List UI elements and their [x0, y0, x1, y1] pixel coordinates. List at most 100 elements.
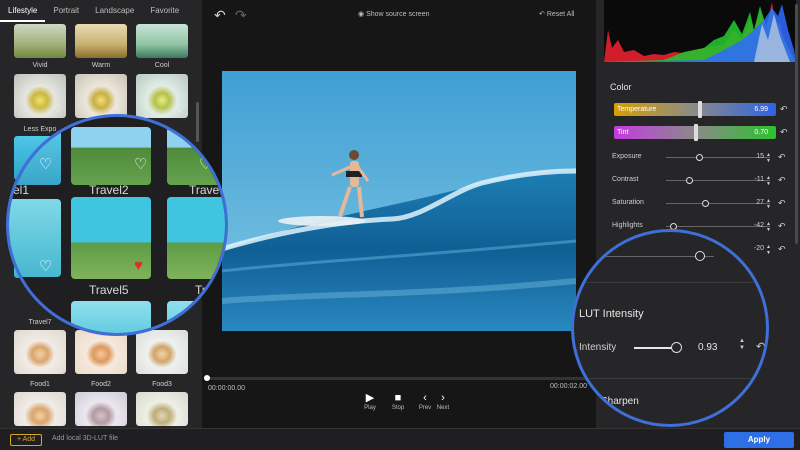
apply-button[interactable]: Apply: [724, 432, 794, 448]
zoom-thumb: [167, 301, 225, 333]
play-button[interactable]: ▶ Play: [359, 392, 381, 411]
reset-icon: ↶: [539, 11, 547, 18]
preset-label-food2: Food2: [91, 381, 111, 388]
preset-thumb[interactable]: ♡: [136, 74, 188, 118]
adjustments-scrollbar[interactable]: [795, 4, 798, 244]
preset-thumb[interactable]: [136, 330, 188, 374]
contrast-stepper-icon[interactable]: ▲ ▼: [766, 175, 771, 187]
zoom-heart-icon: ♡: [39, 156, 53, 173]
temperature-value: 6.99: [754, 106, 768, 113]
preset-thumb[interactable]: [14, 24, 66, 58]
playback-timeline[interactable]: [204, 375, 594, 381]
tint-handle[interactable]: [694, 124, 698, 141]
preset-thumb[interactable]: [14, 392, 66, 426]
tint-slider[interactable]: Tint 0.70: [614, 124, 776, 141]
section-divider: [574, 282, 766, 283]
favorite-heart-icon[interactable]: ♡: [176, 105, 185, 114]
lut-intensity-title: LUT Intensity: [579, 308, 644, 320]
preset-thumb[interactable]: [75, 24, 127, 58]
adjustment-stepper-icon[interactable]: ▲ ▼: [766, 244, 771, 256]
next-icon: ›: [441, 392, 445, 404]
undo-icon[interactable]: ↶: [214, 7, 226, 24]
tab-favorite[interactable]: Favorite: [142, 0, 187, 22]
preview-area: ↶ ↷ ◉ Show source screen ↶ Reset All 00:…: [202, 0, 596, 428]
preset-thumb[interactable]: ♡: [75, 74, 127, 118]
section-divider: [574, 378, 766, 379]
preset-thumb[interactable]: [136, 392, 188, 426]
exposure-label: Exposure: [612, 153, 642, 160]
add-lut-button[interactable]: + Add: [10, 434, 42, 446]
sharpen-value[interactable]: 500: [734, 410, 746, 417]
histogram: [604, 0, 796, 62]
zoom-heart-icon: ♡: [199, 156, 213, 173]
adjustment-reset-icon[interactable]: ↶: [778, 244, 786, 255]
saturation-reset-icon[interactable]: ↶: [778, 198, 786, 209]
temperature-reset-icon[interactable]: ↶: [780, 104, 788, 115]
exposure-value[interactable]: 15: [734, 153, 764, 160]
intensity-label: Intensity: [579, 342, 617, 353]
preset-label-cool: Cool: [154, 62, 170, 69]
stop-label: Stop: [391, 405, 405, 411]
contrast-row: Contrast -11 ▲ ▼ ↶: [612, 175, 790, 187]
saturation-label: Saturation: [612, 199, 644, 206]
show-source-button[interactable]: ◉ Show source screen: [358, 10, 429, 18]
redo-icon[interactable]: ↷: [235, 7, 247, 24]
preset-thumb[interactable]: [136, 24, 188, 58]
zoom-label-travel6: Tr: [195, 283, 206, 297]
show-source-label: Show source screen: [366, 11, 430, 18]
temperature-handle[interactable]: [698, 101, 702, 118]
zoom-thumb: [9, 199, 61, 277]
zoom-thumb: [9, 127, 61, 185]
zoom-label-travel4: 4: [15, 283, 22, 297]
intensity-reset-icon[interactable]: ↶: [756, 340, 765, 353]
zoom-label-travel2: Travel2: [89, 183, 129, 197]
intensity-handle[interactable]: [671, 342, 682, 353]
stop-button[interactable]: ■ Stop: [387, 392, 409, 411]
exposure-stepper-icon[interactable]: ▲ ▼: [766, 152, 771, 164]
preset-thumb[interactable]: [75, 392, 127, 426]
add-lut-note: Add local 3D-LUT file: [52, 435, 119, 442]
preset-thumb[interactable]: [75, 330, 127, 374]
zoom-label-travel3: Trave: [189, 183, 220, 197]
preset-thumb[interactable]: [14, 330, 66, 374]
video-preview[interactable]: [222, 71, 576, 331]
tab-landscape[interactable]: Landscape: [87, 0, 142, 22]
favorite-heart-icon[interactable]: ♡: [54, 105, 63, 114]
tint-reset-icon[interactable]: ↶: [780, 127, 788, 138]
timeline-knob[interactable]: [204, 375, 210, 381]
reset-all-button[interactable]: ↶ Reset All: [539, 10, 574, 18]
favorite-heart-icon[interactable]: ♡: [115, 105, 124, 114]
saturation-value[interactable]: 27: [734, 199, 764, 206]
intensity-track[interactable]: [634, 347, 676, 349]
highlights-value[interactable]: -42: [734, 222, 764, 229]
contrast-value[interactable]: -11: [734, 176, 764, 183]
eye-icon: ◉: [358, 11, 367, 18]
highlights-stepper-icon[interactable]: ▲ ▼: [766, 221, 771, 233]
contrast-reset-icon[interactable]: ↶: [778, 175, 786, 186]
contrast-handle[interactable]: [686, 177, 693, 184]
tint-label: Tint: [617, 129, 629, 136]
preset-label-warm: Warm: [91, 62, 111, 69]
exposure-handle[interactable]: [696, 154, 703, 161]
preset-thumb[interactable]: ♡: [14, 74, 66, 118]
intensity-stepper-icon[interactable]: ▲ ▼: [739, 338, 745, 352]
zoom-heart-icon: ♡: [39, 258, 53, 275]
reset-all-label: Reset All: [546, 11, 575, 18]
preset-label-food3: Food3: [152, 381, 172, 388]
next-button[interactable]: › Next: [432, 392, 454, 411]
tab-portrait[interactable]: Portrait: [45, 0, 87, 22]
saturation-stepper-icon[interactable]: ▲ ▼: [766, 198, 771, 210]
temperature-slider[interactable]: Temperature 6.99: [614, 101, 776, 118]
highlights-reset-icon[interactable]: ↶: [778, 221, 786, 232]
tab-lifestyle[interactable]: Lifestyle: [0, 0, 46, 22]
next-label: Next: [436, 405, 450, 411]
saturation-handle[interactable]: [702, 200, 709, 207]
preset-label-food1: Food1: [30, 381, 50, 388]
exposure-row: Exposure 15 ▲ ▼ ↶: [612, 152, 790, 164]
bottom-bar: + Add Add local 3D-LUT file Apply: [0, 428, 800, 450]
lut-intensity-zoom-callout: LUT Intensity Intensity 0.93 ▲ ▼ ↶ Sharpe…: [571, 229, 769, 427]
zoom-slider-handle: [695, 251, 705, 261]
intensity-value[interactable]: 0.93: [698, 342, 717, 353]
exposure-reset-icon[interactable]: ↶: [778, 152, 786, 163]
play-icon: ▶: [365, 392, 375, 404]
